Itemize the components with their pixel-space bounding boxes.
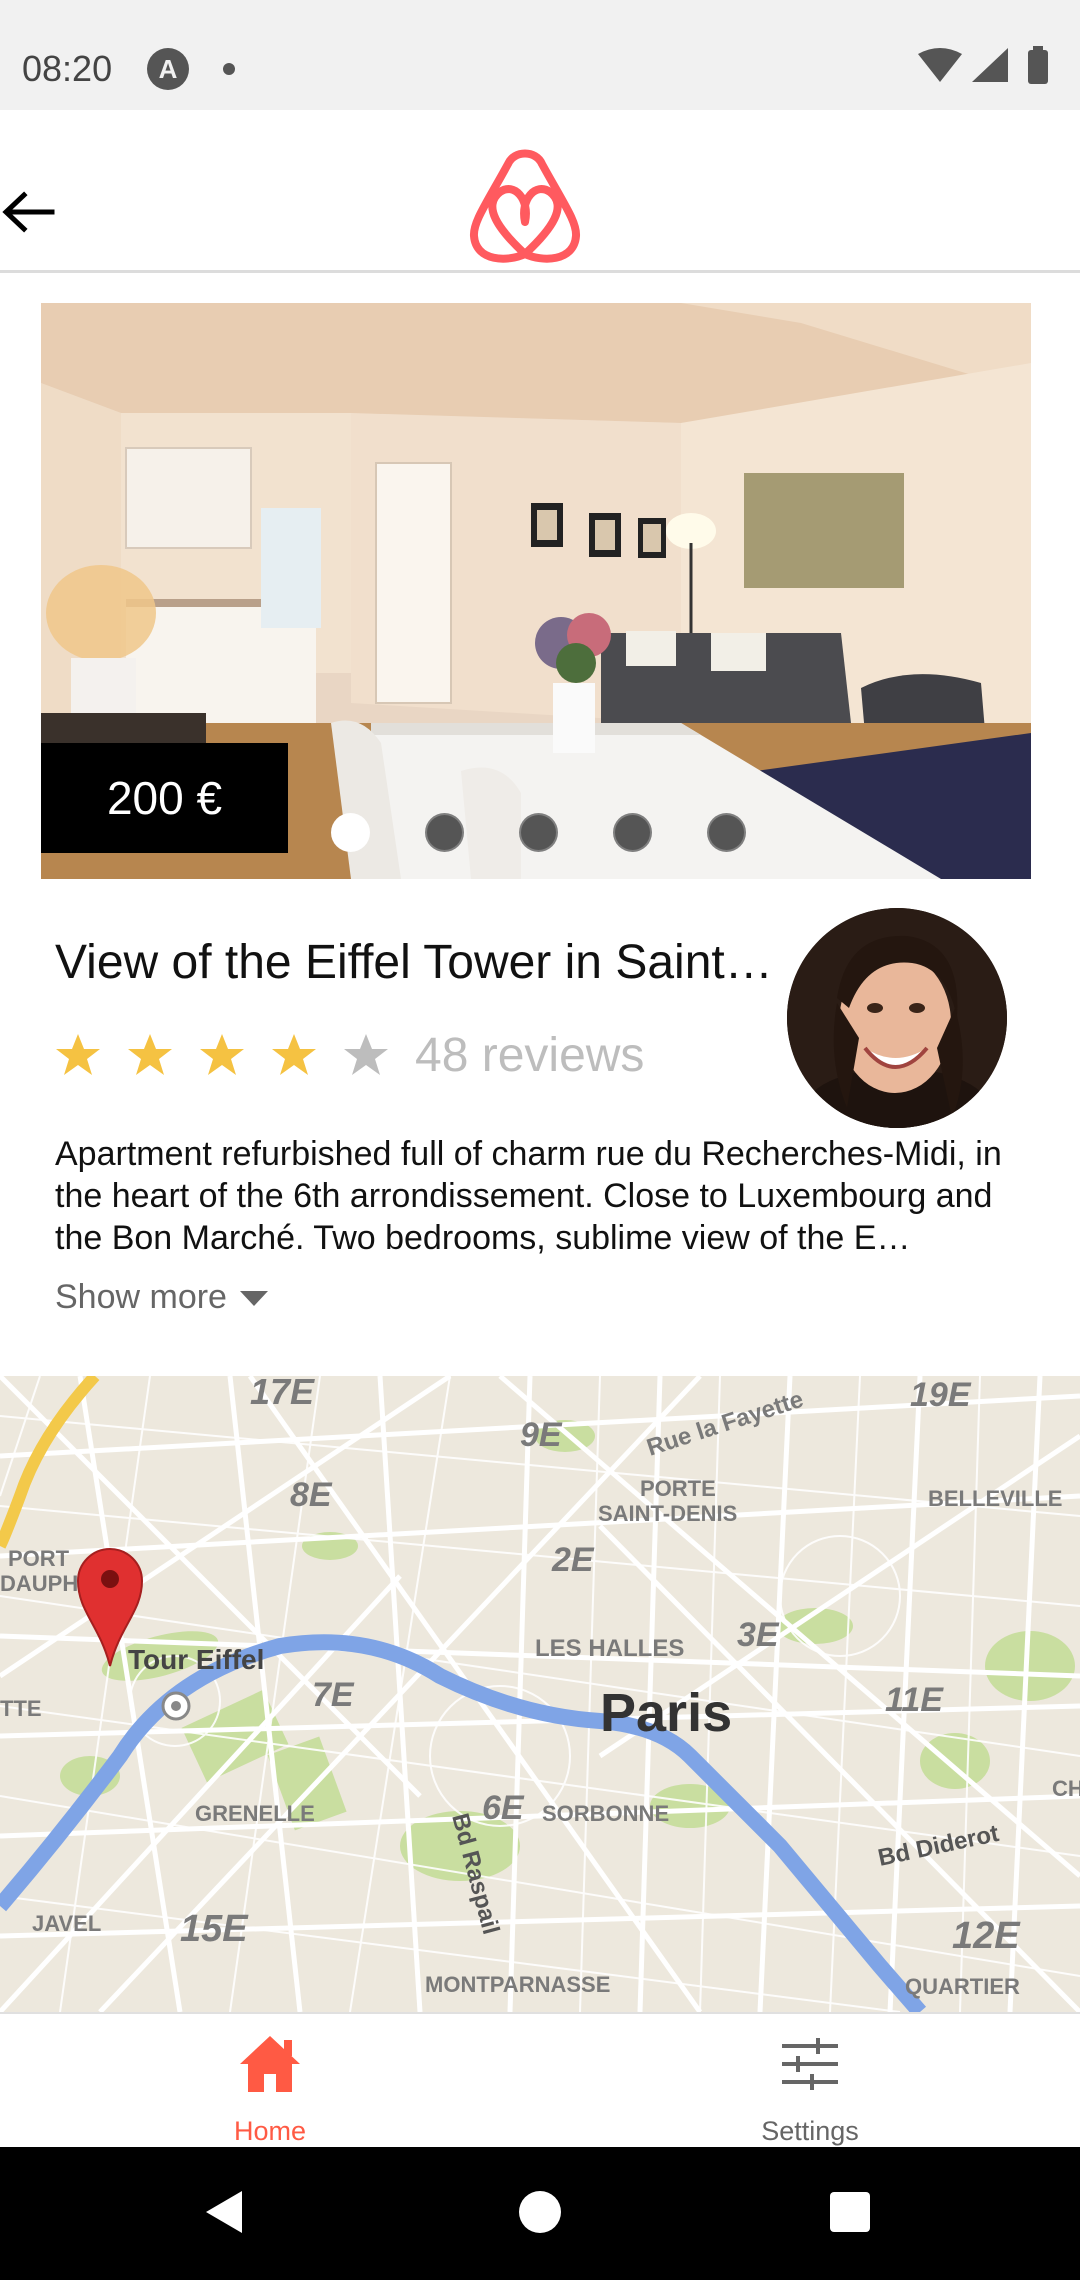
map-label-tte: TTE [0,1696,42,1721]
carousel-dot[interactable] [707,813,746,852]
map-label-porte: PORTE [640,1476,716,1501]
app-header [0,110,1080,273]
carousel-dots [331,813,746,863]
map-label-9e: 9E [520,1416,563,1454]
reviews-count[interactable]: 48 reviews [415,1028,644,1083]
show-more-label: Show more [55,1278,227,1316]
system-home-icon[interactable] [515,2187,565,2237]
photo-carousel[interactable]: 200 € [41,303,1031,879]
map-label-saint-denis: SAINT-DENIS [598,1501,737,1526]
carousel-dot[interactable] [425,813,464,852]
battery-icon [1028,50,1048,84]
rating-row: 48 reviews [55,1020,644,1090]
map-label-8e: 8E [290,1476,333,1514]
price-tag: 200 € [41,743,288,853]
map-label-les-halles: LES HALLES [535,1635,684,1662]
system-recents-icon[interactable] [825,2187,875,2237]
map-label-19e: 19E [910,1376,972,1414]
map-highway [0,1376,100,1549]
map-label-rue-la-fayette: Rue la Fayette [644,1386,807,1462]
star-icon [200,1034,244,1075]
map-label-bd-diderot: Bd Diderot [876,1820,1002,1872]
cellular-icon [972,48,1008,82]
star-icon [344,1034,388,1075]
star-icon [272,1034,316,1075]
map-label-belleville: BELLEVILLE [928,1486,1062,1511]
listing-description: Apartment refurbished full of charm rue … [55,1135,1002,1257]
a-badge-icon: A [147,48,189,90]
carousel-dot[interactable] [613,813,652,852]
wifi-icon [918,48,962,82]
airbnb-logo-icon [469,149,581,263]
map-label-montparnasse: MONTPARNASSE [425,1972,610,1997]
arrow-left-icon[interactable] [0,182,60,242]
map-label-11e: 11E [885,1681,944,1719]
map-label-15e: 15E [180,1908,249,1950]
map-label-port: PORT [8,1546,70,1571]
carousel-dot[interactable] [331,813,370,852]
system-back-icon[interactable] [200,2187,250,2237]
nav-label-settings: Settings [761,2116,859,2146]
map-label-javel: JAVEL [32,1911,101,1936]
map-label-sorbonne: SORBONNE [542,1801,669,1826]
nav-item-home[interactable]: Home [0,2014,540,2149]
host-avatar[interactable] [787,908,1007,1128]
system-status-icons [918,46,1048,84]
map-label-dauph: DAUPH [0,1571,78,1596]
star-icon [56,1034,100,1075]
location-map[interactable]: 17E 9E 19E Rue la Fayette 8E PORTE SAINT… [0,1376,1080,2012]
map-label-6e: 6E [482,1789,525,1827]
home-icon [240,2036,300,2092]
map-label-2e: 2E [551,1541,595,1579]
map-label-12e: 12E [952,1915,1021,1957]
map-label-3e: 3E [737,1616,780,1654]
map-label-7e: 7E [312,1676,355,1714]
status-time: 08:20 [22,48,113,89]
nav-label-home: Home [233,2116,307,2146]
carousel-dot[interactable] [519,813,558,852]
host-photo [787,908,1007,1128]
listing-title: View of the Eiffel Tower in Saint… [55,936,773,989]
map-label-grenelle: GRENELLE [195,1801,315,1826]
sliders-icon [782,2038,838,2090]
caret-down-icon [239,1290,268,1306]
show-more-button[interactable]: Show more [55,1278,269,1317]
star-rating [55,1032,415,1078]
map-label-paris: Paris [600,1683,732,1743]
notification-dot-icon [223,63,235,75]
star-icon [128,1034,172,1075]
map-label-ch: CH [1052,1776,1080,1801]
map-label-tour-eiffel: Tour Eiffel [128,1644,264,1675]
map-label-17e: 17E [250,1376,315,1412]
map-canvas: 17E 9E 19E Rue la Fayette 8E PORTE SAINT… [0,1376,1080,2012]
status-bar: 08:20 A [0,0,1080,110]
nav-item-settings[interactable]: Settings [540,2014,1080,2149]
bottom-navigation: Home Settings [0,2012,1080,2147]
system-navigation-bar [0,2147,1080,2280]
map-label-quartier: QUARTIER [905,1974,1020,1999]
